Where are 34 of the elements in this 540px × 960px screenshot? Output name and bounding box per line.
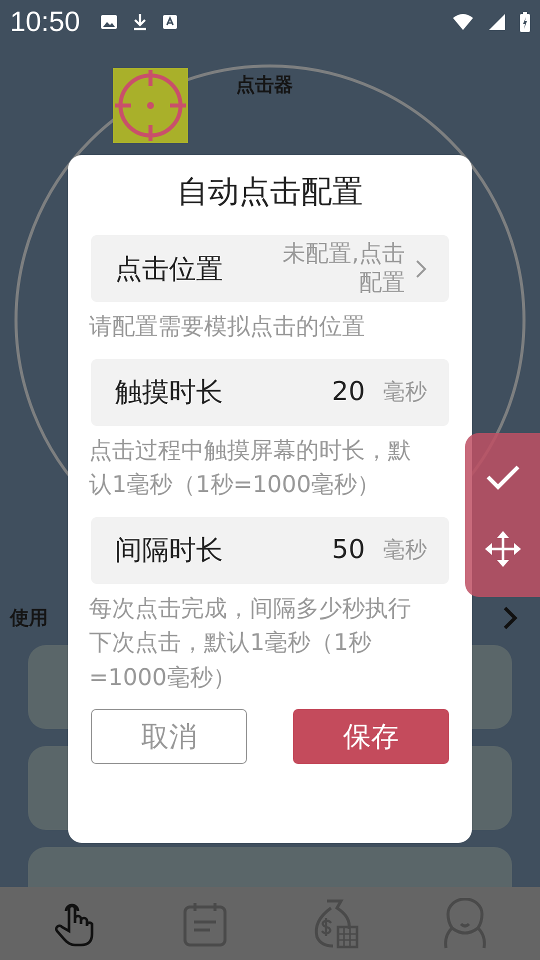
- field-value: 未配置,点击配置: [282, 240, 405, 298]
- number-field[interactable]: 20: [332, 377, 365, 407]
- person-icon: [442, 898, 488, 950]
- setting-row[interactable]: 触摸时长 20 毫秒: [91, 358, 449, 426]
- field-label: 触摸时长: [115, 376, 224, 410]
- field-label: 点击位置: [115, 252, 224, 286]
- wifi-icon: [452, 13, 474, 31]
- number-field[interactable]: 50: [332, 535, 365, 565]
- setting-row[interactable]: 点击位置 未配置,点击配置: [91, 235, 449, 302]
- chevron-right-icon[interactable]: [502, 605, 518, 631]
- setting-row[interactable]: 间隔时长 50 毫秒: [91, 516, 449, 584]
- unit-label: 毫秒: [383, 379, 427, 407]
- hint-text: 请配置需要模拟点击的位置: [89, 313, 366, 342]
- field-label: 间隔时长: [115, 534, 224, 568]
- image-icon: [100, 13, 118, 31]
- hint-text: 点击过程中触摸屏幕的时长，默认1毫秒（1秒=1000毫秒）: [89, 436, 412, 500]
- font-icon: [162, 13, 178, 31]
- battery-icon: [520, 12, 530, 32]
- calendar-icon: [182, 900, 228, 946]
- crosshair-icon[interactable]: [113, 68, 188, 143]
- unit-label: 毫秒: [383, 537, 427, 565]
- card-background[interactable]: [28, 847, 512, 887]
- save-button[interactable]: 保存: [293, 709, 449, 764]
- status-time: 10:50: [10, 6, 80, 38]
- signal-icon: [488, 13, 506, 31]
- move-icon[interactable]: [484, 530, 522, 568]
- dialog-title: 自动点击配置: [176, 173, 364, 212]
- usage-label: 使用: [10, 606, 48, 631]
- download-icon: [132, 13, 148, 31]
- chevron-right-icon: [415, 258, 427, 278]
- app-title: 点击器: [236, 73, 293, 98]
- hand-icon: [55, 900, 95, 946]
- hint-text: 每次点击完成，间隔多少秒执行下次点击，默认1毫秒（1秒=1000毫秒）: [89, 594, 412, 692]
- check-icon[interactable]: [484, 462, 520, 490]
